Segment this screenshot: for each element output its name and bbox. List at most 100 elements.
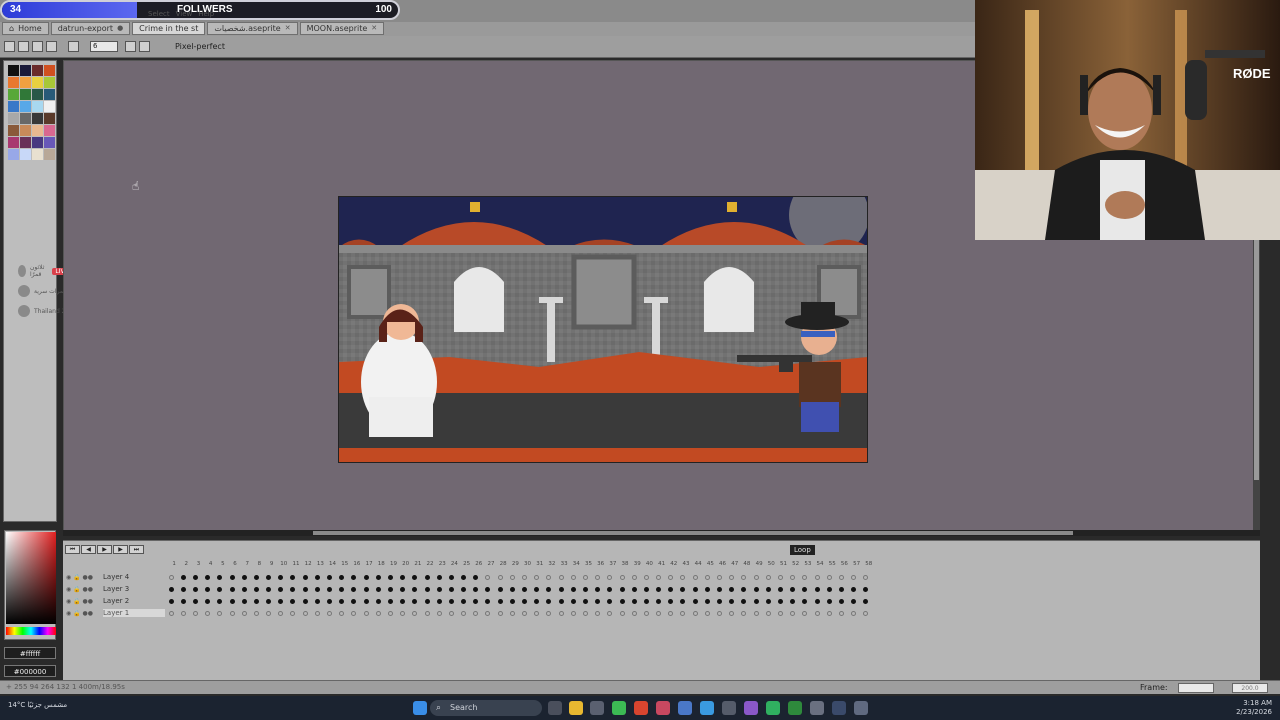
cel[interactable] [348,584,360,595]
layer-row[interactable]: ◉ 🔒 ●● Layer 1 [63,607,872,619]
frame-number[interactable]: 8 [253,561,265,567]
taskbar-clock[interactable]: 3:18 AM 2/23/2026 [1236,699,1272,717]
cel[interactable] [202,596,214,607]
cel[interactable] [323,608,335,619]
cel[interactable] [689,596,701,607]
excel-icon[interactable] [788,701,802,715]
frame-input[interactable] [1178,683,1214,693]
cel[interactable] [238,596,250,607]
frame-number[interactable]: 36 [595,561,607,567]
cel[interactable] [677,572,689,583]
cel[interactable] [433,596,445,607]
cel[interactable] [531,572,543,583]
cel[interactable] [628,584,640,595]
cel[interactable] [275,584,287,595]
cel[interactable] [604,572,616,583]
foreground-color-hex[interactable]: #ffffff [4,647,56,659]
cel[interactable] [689,584,701,595]
cel[interactable] [738,572,750,583]
frame-number[interactable]: 26 [473,561,485,567]
cel[interactable] [226,608,238,619]
cel[interactable] [543,596,555,607]
cel[interactable] [421,596,433,607]
cel[interactable] [445,572,457,583]
cel[interactable] [750,608,762,619]
frame-number[interactable]: 22 [424,561,436,567]
cel[interactable] [567,608,579,619]
cel[interactable] [677,608,689,619]
frame-number[interactable]: 43 [680,561,692,567]
palette-swatch[interactable] [32,125,43,136]
frame-number[interactable]: 42 [668,561,680,567]
cel[interactable] [506,572,518,583]
cel[interactable] [604,596,616,607]
cel[interactable] [738,608,750,619]
prev-frame-button[interactable]: ◀ [81,545,96,554]
layer-row[interactable]: ◉ 🔒 ●● Layer 3 [63,583,872,595]
cel[interactable] [311,584,323,595]
frame-number[interactable]: 50 [765,561,777,567]
app-icon[interactable] [590,701,604,715]
cel[interactable] [787,596,799,607]
cel[interactable] [701,584,713,595]
frame-number[interactable]: 58 [863,561,875,567]
cel[interactable] [799,584,811,595]
cel[interactable] [275,608,287,619]
cel[interactable] [726,608,738,619]
palette-swatch[interactable] [8,113,19,124]
cel[interactable] [713,584,725,595]
layer-visibility-lock-icons[interactable]: ◉ 🔒 ●● [63,598,103,605]
cel[interactable] [336,596,348,607]
frame-number[interactable]: 31 [534,561,546,567]
frame-number[interactable]: 47 [729,561,741,567]
cel[interactable] [165,596,177,607]
cel[interactable] [726,584,738,595]
frame-number[interactable]: 46 [716,561,728,567]
brave-icon[interactable] [634,701,648,715]
cel[interactable] [384,596,396,607]
layer-row[interactable]: ◉ 🔒 ●● Layer 4 [63,571,872,583]
cel[interactable] [762,584,774,595]
cel[interactable] [323,572,335,583]
cel[interactable] [299,596,311,607]
frame-number[interactable]: 32 [546,561,558,567]
cel[interactable] [848,572,860,583]
cel[interactable] [263,572,275,583]
cel[interactable] [202,608,214,619]
aseprite-icon[interactable] [656,701,670,715]
cel[interactable] [311,596,323,607]
cel[interactable] [250,584,262,595]
cel[interactable] [823,608,835,619]
whatsapp-icon[interactable] [766,701,780,715]
cel[interactable] [555,572,567,583]
frame-number[interactable]: 9 [266,561,278,567]
cel[interactable] [287,608,299,619]
cel[interactable] [811,584,823,595]
cel[interactable] [299,572,311,583]
cel[interactable] [579,572,591,583]
frame-number[interactable]: 24 [448,561,460,567]
cel[interactable] [323,596,335,607]
layer-name[interactable]: Layer 4 [103,573,165,581]
cel[interactable] [592,596,604,607]
cel[interactable] [787,608,799,619]
layer-visibility-lock-icons[interactable]: ◉ 🔒 ●● [63,610,103,617]
frame-number[interactable]: 11 [290,561,302,567]
frame-number[interactable]: 45 [704,561,716,567]
cel[interactable] [848,608,860,619]
palette-swatch[interactable] [20,89,31,100]
cel[interactable] [567,572,579,583]
cel[interactable] [689,572,701,583]
layer-visibility-lock-icons[interactable]: ◉ 🔒 ●● [63,574,103,581]
weather-widget[interactable]: 14°C مشمس جزئيًا [8,701,67,709]
cel[interactable] [738,584,750,595]
cel[interactable] [263,608,275,619]
cel[interactable] [848,596,860,607]
loop-tag[interactable]: Loop [790,545,815,555]
cel[interactable] [372,596,384,607]
scroll-thumb[interactable] [313,531,1073,535]
cel[interactable] [811,596,823,607]
frame-number[interactable]: 3 [192,561,204,567]
cel[interactable] [348,596,360,607]
cel[interactable] [348,572,360,583]
